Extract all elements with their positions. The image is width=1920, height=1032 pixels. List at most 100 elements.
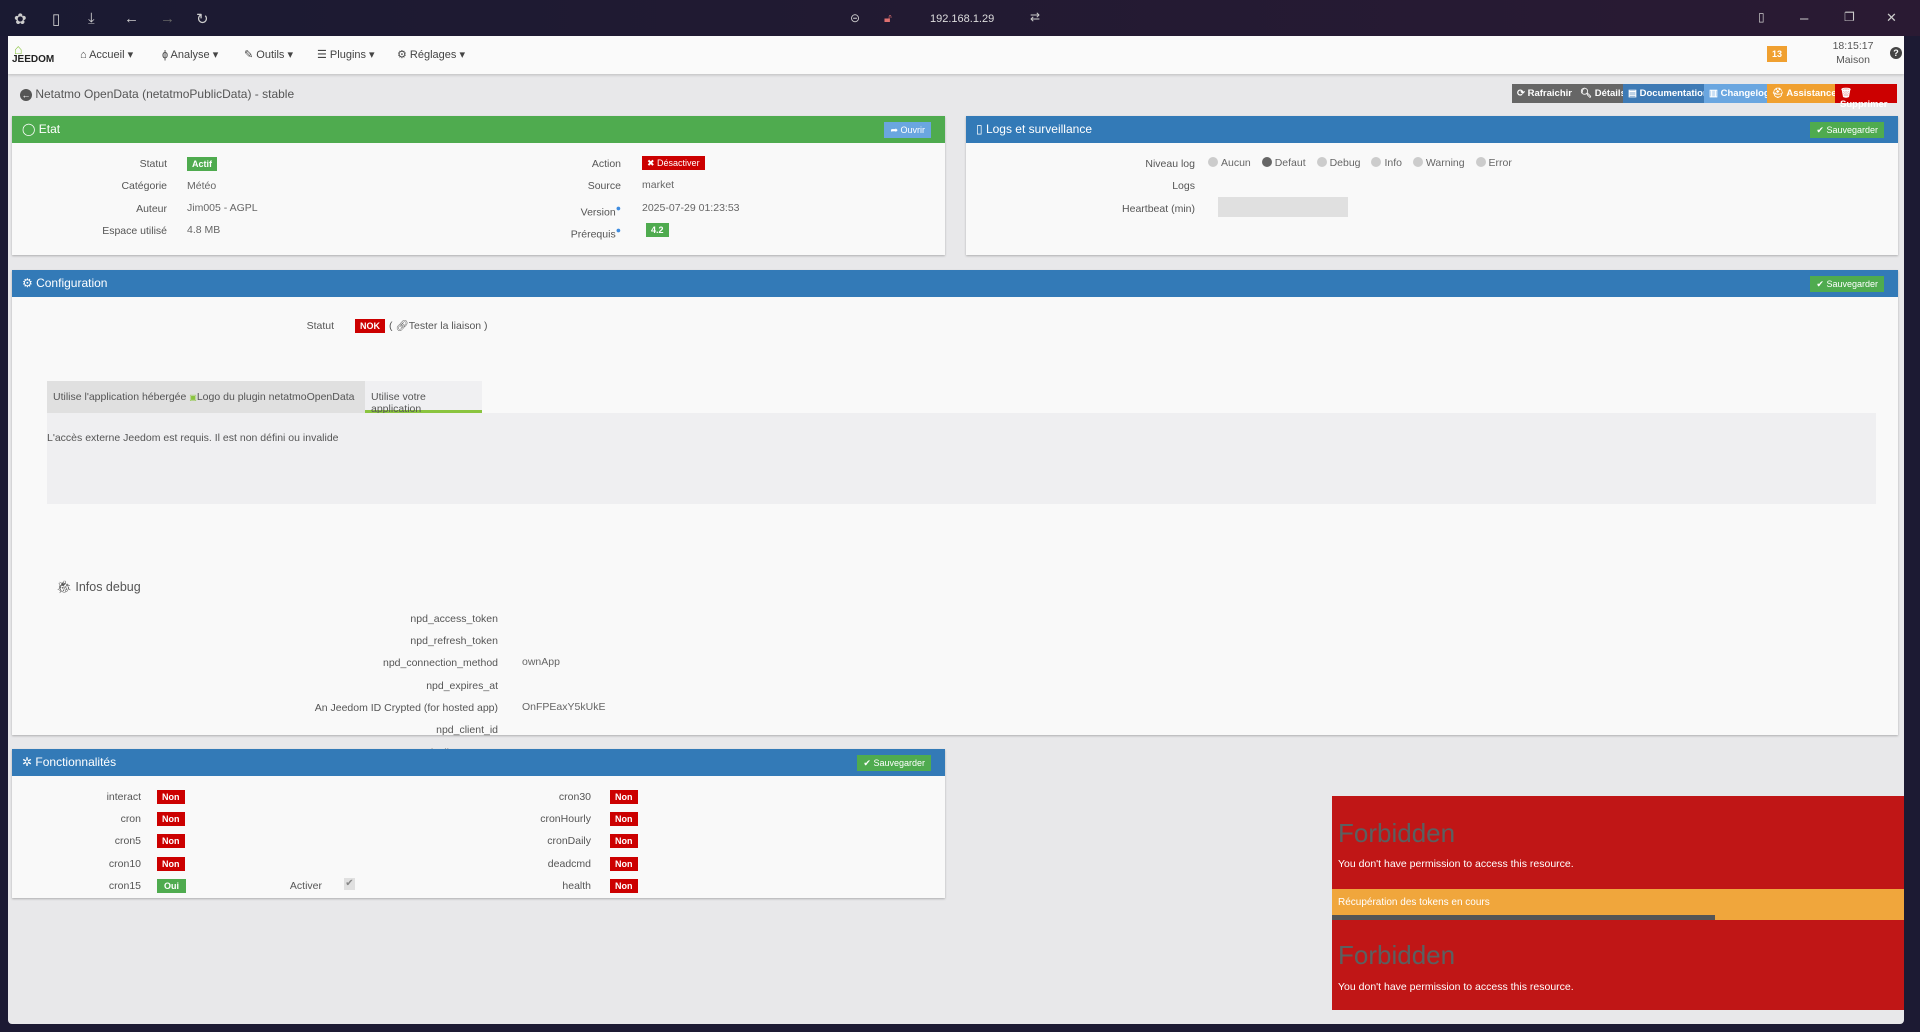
deactivate-button[interactable]: ✖ Désactiver [642,156,705,170]
version-value: 2025-07-29 01:23:53 [642,202,740,214]
debug-label: An Jeedom ID Crypted (for hosted app) [314,702,498,714]
panel-header: ◯ Etat ➦ Ouvrir [12,116,945,143]
nav-plugins[interactable]: ☰ Plugins ▾ [317,48,375,61]
save-button[interactable]: ✔ Sauvegarder [857,755,931,771]
changelog-button[interactable]: ▥ Changelog [1704,84,1775,103]
jeedom-logo[interactable]: ⌂ JEEDOM [12,41,60,69]
label-text: Version [580,206,616,219]
debug-value: ownApp [522,656,560,668]
forbidden-message: You don't have permission to access this… [1338,981,1574,993]
bug-icon: 🐞︎ [56,580,72,594]
label: Version● [492,203,621,219]
reload-icon[interactable]: ↻ [196,10,209,28]
feature-badge: Non [157,790,185,804]
label: Statut [139,158,167,170]
nav-analyse[interactable]: ɸ Analyse ▾ [162,48,218,61]
link-icon[interactable]: ⊝ [850,11,860,25]
restore-icon[interactable]: ❐ [1844,10,1855,24]
radio-error[interactable] [1475,157,1486,167]
feature-badge: Non [157,812,185,826]
radio-aucun[interactable] [1208,157,1218,167]
forward-icon[interactable]: → [160,10,175,27]
feature-label: cron [120,813,141,825]
tab-hosted-app[interactable]: Utilise l'application hébergée ▣Logo du … [47,381,365,413]
top-navbar: ⌂ JEEDOM ⌂ Accueil ▾ ɸ Analyse ▾ ✎ Outils… [8,36,1904,74]
author-value: Jim005 - AGPL [187,202,258,214]
radio-label: Aucun [1221,157,1251,169]
label: Espace utilisé [102,225,167,237]
btn-label: Supprimer [1840,99,1888,110]
progress-alert: Récupération des tokens en cours [1332,889,1904,920]
activate-label: Activer [289,880,322,892]
save-button[interactable]: ✔ Sauvegarder [1810,122,1884,138]
sidebar-icon[interactable]: ▯ [52,10,60,28]
help-icon[interactable]: ● [616,203,621,213]
label: Statut [306,320,334,332]
nav-label: Accueil [89,49,125,61]
feature-badge: Non [610,857,638,871]
radio-defaut[interactable] [1261,157,1272,167]
help-icon[interactable]: ● [616,225,621,235]
tab-label: Utilise votre application [371,391,426,415]
panel-title: Logs et surveillance [985,122,1092,136]
minimize-icon[interactable]: – [1800,10,1808,27]
feature-label: cron5 [114,835,141,847]
back-icon[interactable]: ← [20,89,32,101]
activate-checkbox[interactable]: ✔ [344,878,355,890]
location[interactable]: Maison [1824,54,1882,66]
feature-badge: Non [157,834,185,848]
feature-label: health [562,880,591,892]
site-settings-icon[interactable]: ⇄ [1030,10,1040,24]
broken-image-icon: ▣ [189,393,197,402]
feature-label: cronHourly [540,813,591,825]
label: Auteur [136,203,167,215]
label: Catégorie [121,180,167,192]
radio-info[interactable] [1371,157,1382,167]
clock: 18:15:17 [1832,40,1874,52]
radio-label: Defaut [1274,157,1306,169]
browser-toolbar: ✿ ▯ ⤓ ← → ↻ ⊝ 🔓︎ 192.168.1.29 ⇄ ▯ – ❐ ✕ [0,0,1920,36]
radio-label: Debug [1329,157,1361,169]
source-value: market [642,179,675,191]
nav-outils[interactable]: ✎ Outils ▾ [244,48,293,61]
radio-debug[interactable] [1316,157,1327,167]
logs-panel: ▯ Logs et surveillance ✔ Sauvegarder Niv… [966,116,1898,255]
test-link[interactable]: ( 🔗︎Tester la liaison ) [389,319,488,332]
panel-header: ⚙ Configuration ✔ Sauvegarder [12,270,1898,297]
assistance-button[interactable]: ⛑ Assistance [1767,84,1842,103]
split-view-icon[interactable]: ▯ [1758,10,1765,24]
heading-text: Infos debug [75,580,141,594]
space-value: 4.8 MB [187,224,221,236]
label: Action [591,158,621,170]
scrollbar[interactable] [1896,96,1904,1024]
link-label: Tester la liaison [408,320,482,332]
btn-label: Changelog [1720,88,1770,99]
label: Niveau log [1145,158,1195,170]
refresh-button[interactable]: ⟳ Rafraichir [1512,84,1577,103]
lock-open-icon[interactable]: 🔓︎ [884,11,892,26]
feature-badge: Non [610,879,638,893]
extensions-icon[interactable]: ✿ [14,10,27,28]
close-icon[interactable]: ✕ [1886,10,1897,26]
label: Logs [1172,180,1195,192]
nav-accueil[interactable]: ⌂ Accueil ▾ [80,48,133,61]
open-button[interactable]: ➦ Ouvrir [884,122,931,138]
nav-reglages[interactable]: ⚙ Réglages ▾ [397,48,465,61]
back-icon[interactable]: ← [124,10,139,27]
tab-own-app[interactable]: Utilise votre application [365,381,482,415]
heartbeat-input[interactable] [1218,197,1348,217]
nav-label: Analyse [170,49,210,61]
feature-label: cron30 [558,791,591,803]
download-icon[interactable]: ⤓ [88,10,95,27]
message-count-badge[interactable]: 13 [1767,46,1788,62]
save-button[interactable]: ✔ Sauvegarder [1810,276,1884,292]
url-bar[interactable]: 192.168.1.29 [930,13,994,25]
documentation-button[interactable]: ▤ Documentation [1623,84,1714,103]
delete-button[interactable]: 🗑︎ Supprimer [1835,84,1897,110]
btn-label: Sauvegarder [873,758,925,768]
feature-label: cronDaily [547,835,591,847]
radio-warning[interactable] [1412,157,1423,167]
category-value: Météo [187,180,217,192]
nav-label: Outils [256,49,285,61]
help-icon[interactable]: ? [1890,47,1902,59]
